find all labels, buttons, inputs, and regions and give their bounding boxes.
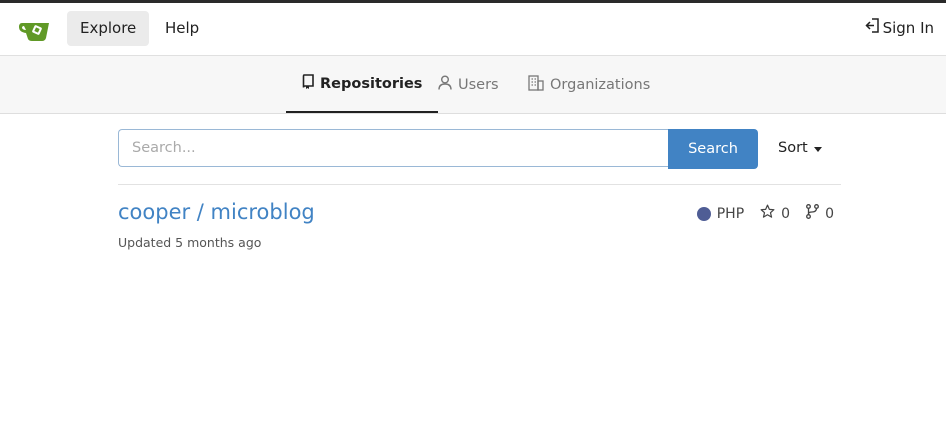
sort-dropdown[interactable]: Sort — [778, 140, 822, 156]
gitea-teacup-icon[interactable] — [18, 18, 50, 42]
repo-stars-count: 0 — [781, 205, 791, 222]
repo-stats: PHP 0 0 — [696, 204, 834, 223]
nav-help[interactable]: Help — [152, 11, 212, 46]
tab-organizations-label: Organizations — [550, 76, 651, 93]
sign-in-label: Sign In — [882, 19, 934, 37]
nav-explore[interactable]: Explore — [67, 11, 150, 46]
sign-in-link[interactable]: Sign In — [865, 11, 934, 46]
tab-repositories-label: Repositories — [320, 75, 423, 92]
fork-icon — [806, 204, 820, 223]
repo-icon — [302, 74, 314, 93]
sort-label: Sort — [778, 140, 808, 156]
repo-forks-count: 0 — [825, 205, 834, 222]
sign-in-icon — [865, 11, 879, 46]
repo-updated-time: Updated 5 months ago — [118, 235, 262, 250]
star-icon — [760, 204, 775, 223]
explore-tabs: Repositories Users Organizations — [0, 56, 946, 114]
list-divider — [118, 184, 841, 185]
tab-users[interactable]: Users — [438, 56, 499, 113]
person-icon — [438, 75, 452, 94]
search-input[interactable] — [118, 129, 668, 167]
repo-search-form: Search — [118, 129, 758, 169]
search-button[interactable]: Search — [668, 129, 758, 169]
repo-language: PHP — [716, 205, 745, 222]
tab-users-label: Users — [458, 76, 499, 93]
tab-repositories[interactable]: Repositories — [286, 56, 439, 113]
organization-icon — [528, 74, 544, 95]
caret-down-icon — [813, 140, 822, 156]
tab-organizations[interactable]: Organizations — [528, 56, 650, 113]
repo-name-link[interactable]: cooper / microblog — [118, 200, 315, 224]
top-navbar: Explore Help Sign In — [0, 3, 946, 56]
language-color-dot — [696, 206, 711, 221]
